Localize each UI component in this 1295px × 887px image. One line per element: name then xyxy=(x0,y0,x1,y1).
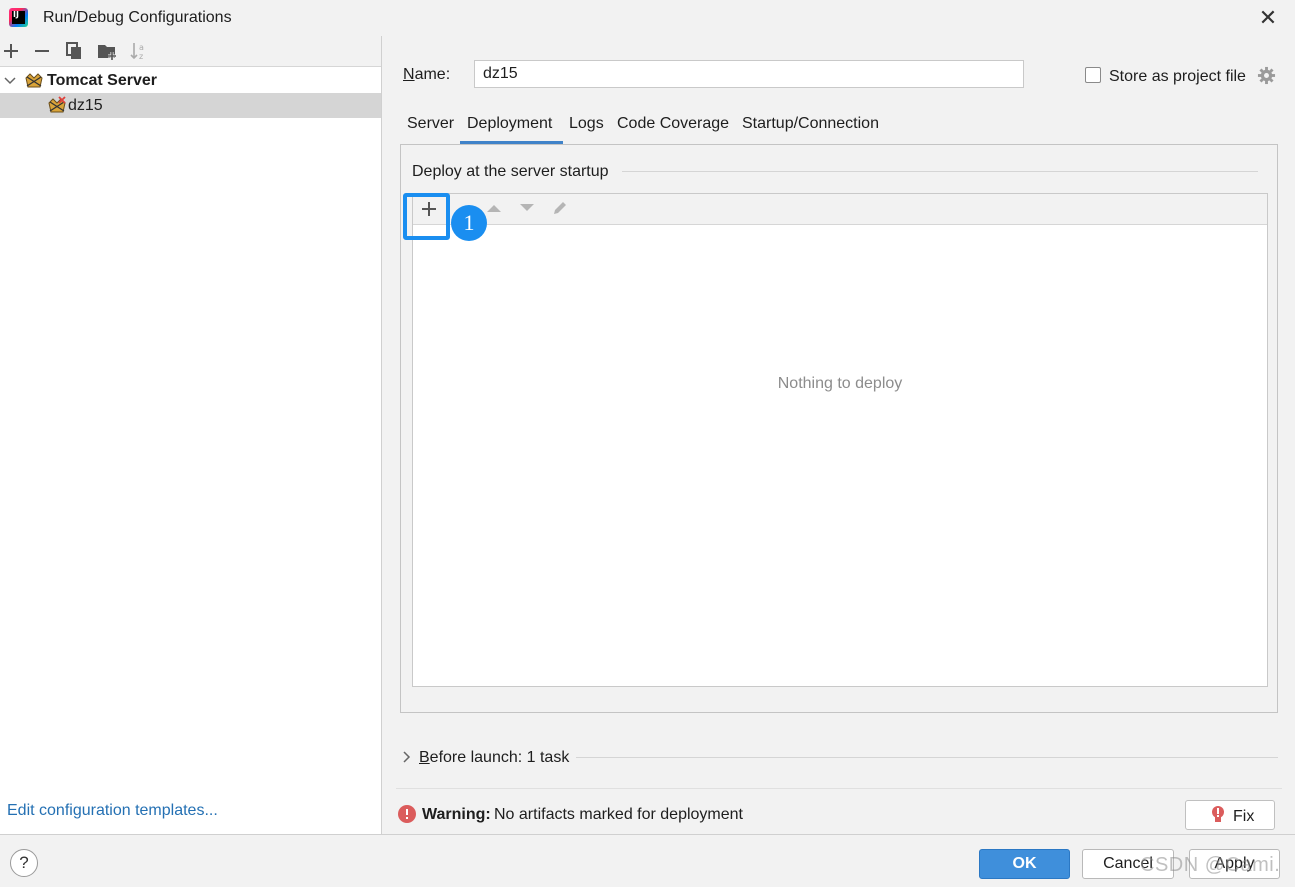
tomcat-config-icon xyxy=(48,96,66,113)
svg-text:z: z xyxy=(139,52,143,61)
chevron-right-icon[interactable] xyxy=(401,749,413,765)
name-label-rest: ame: xyxy=(414,66,451,83)
name-label-mnemonic: N xyxy=(403,66,415,83)
annotation-badge: 1 xyxy=(451,205,487,241)
footer-divider xyxy=(0,834,1295,835)
fix-button-label[interactable]: Fix xyxy=(1233,808,1254,826)
edit-templates-link[interactable]: Edit configuration templates... xyxy=(7,802,218,820)
remove-icon[interactable] xyxy=(31,40,53,62)
configurations-sidebar: az Tomcat Server dz15 Edit configuration… xyxy=(0,36,382,834)
store-as-project-file-checkbox[interactable] xyxy=(1085,67,1101,83)
intellij-idea-icon: IJ xyxy=(9,8,28,27)
tab-server[interactable]: Server xyxy=(407,115,454,133)
tab-logs[interactable]: Logs xyxy=(569,115,604,133)
close-icon[interactable]: ✕ xyxy=(1256,6,1280,30)
tree-group-label: Tomcat Server xyxy=(47,72,157,89)
before-launch-toggle[interactable]: Before launch: 1 task xyxy=(419,749,569,767)
artifact-list-toolbar xyxy=(413,194,1267,225)
fix-button[interactable] xyxy=(1185,800,1275,830)
move-down-icon[interactable] xyxy=(517,200,537,216)
add-icon[interactable] xyxy=(0,40,22,62)
warning-divider xyxy=(396,788,1282,789)
fix-bulb-icon xyxy=(1212,806,1224,822)
name-label: Name: xyxy=(403,66,450,84)
ok-button[interactable]: OK xyxy=(979,849,1070,879)
copy-icon[interactable] xyxy=(63,40,85,62)
sidebar-toolbar: az xyxy=(0,36,381,67)
help-button[interactable]: ? xyxy=(10,849,38,877)
name-input[interactable] xyxy=(474,60,1024,88)
svg-text:a: a xyxy=(139,43,144,52)
tree-item-label: dz15 xyxy=(68,97,103,114)
deploy-section-title: Deploy at the server startup xyxy=(412,163,609,180)
section-divider xyxy=(622,171,1258,172)
warning-label: Warning: xyxy=(422,806,491,823)
tomcat-icon xyxy=(25,73,43,88)
tab-deployment[interactable]: Deployment xyxy=(467,115,552,133)
artifact-list[interactable] xyxy=(412,193,1268,687)
window-title: Run/Debug Configurations xyxy=(43,9,232,26)
empty-list-text: Nothing to deploy xyxy=(777,375,903,392)
chevron-down-icon[interactable] xyxy=(3,69,17,93)
tree-item-dz15[interactable]: dz15 xyxy=(0,93,381,118)
new-folder-icon[interactable] xyxy=(96,40,118,62)
tab-code-coverage[interactable]: Code Coverage xyxy=(617,115,729,133)
section-divider xyxy=(576,757,1278,758)
before-launch-rest: efore launch: 1 task xyxy=(429,749,570,766)
sort-icon[interactable]: az xyxy=(128,40,150,62)
tab-startup-connection[interactable]: Startup/Connection xyxy=(742,115,879,133)
error-icon xyxy=(398,805,416,823)
before-launch-mnemonic: B xyxy=(419,749,430,766)
move-up-icon[interactable] xyxy=(484,200,504,216)
warning-message: No artifacts marked for deployment xyxy=(494,806,743,823)
tree-group-tomcat-server[interactable]: Tomcat Server xyxy=(0,69,381,93)
gear-icon[interactable] xyxy=(1257,66,1276,85)
store-as-project-file-label[interactable]: Store as project file xyxy=(1109,68,1246,86)
watermark: CSDN @Cami. xyxy=(1140,854,1281,876)
title-bar: IJ Run/Debug Configurations ✕ xyxy=(0,0,1295,36)
add-artifact-button[interactable] xyxy=(403,193,450,240)
edit-pencil-icon[interactable] xyxy=(550,198,570,218)
